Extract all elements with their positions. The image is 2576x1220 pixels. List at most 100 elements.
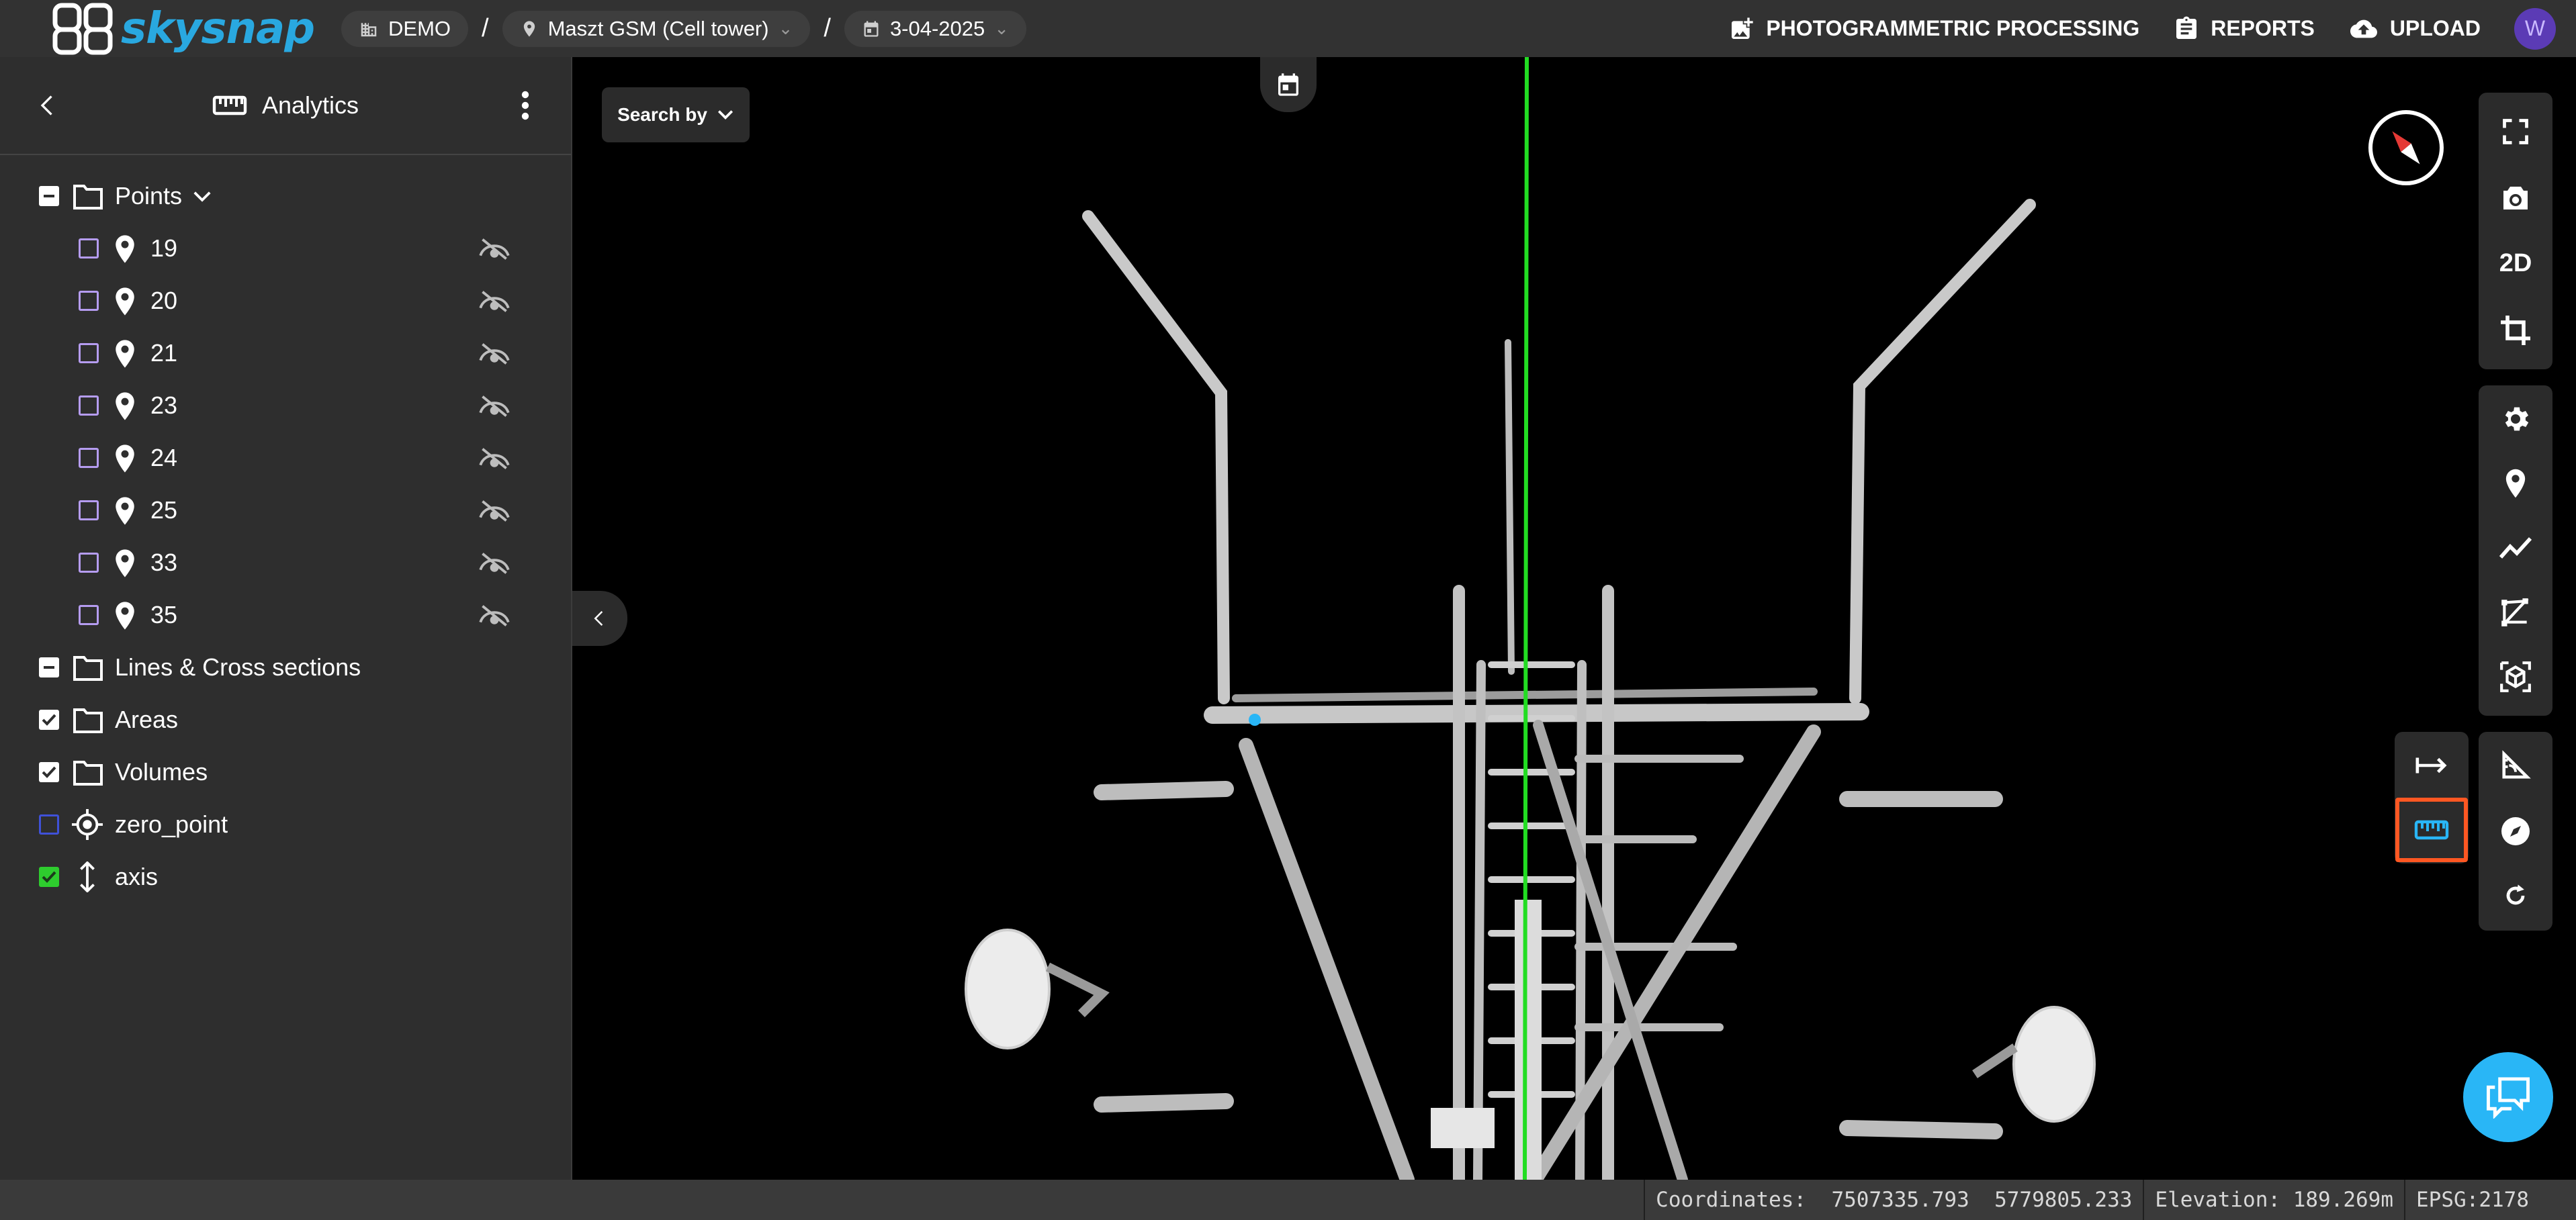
point-label: 21 — [150, 339, 178, 367]
chat-support-button[interactable] — [2463, 1052, 2553, 1142]
draw-area-button[interactable] — [2479, 580, 2552, 645]
volumes-checkbox[interactable] — [39, 762, 59, 782]
logo[interactable]: skysnap — [52, 0, 315, 57]
collapse-panel-button[interactable] — [572, 591, 627, 646]
point-checkbox[interactable] — [79, 500, 99, 520]
point-checkbox[interactable] — [79, 605, 99, 625]
logo-icon — [52, 3, 113, 54]
search-by-label: Search by — [617, 104, 707, 125]
visibility-off-icon[interactable] — [478, 343, 510, 365]
location-pin-icon — [116, 392, 134, 420]
point-checkbox[interactable] — [79, 291, 99, 311]
point-checkbox[interactable] — [79, 448, 99, 468]
chat-icon — [2487, 1077, 2530, 1119]
location-pin-icon — [116, 340, 134, 368]
list-item[interactable]: 21 — [0, 327, 571, 379]
points-checkbox[interactable] — [39, 186, 59, 206]
list-item[interactable]: 24 — [0, 432, 571, 484]
folder-volumes[interactable]: Volumes — [0, 746, 571, 798]
action-label: UPLOAD — [2389, 16, 2481, 40]
check-icon — [42, 871, 56, 883]
visibility-off-icon[interactable] — [478, 291, 510, 312]
screenshot-button[interactable] — [2479, 165, 2552, 230]
compass-icon[interactable] — [2364, 106, 2448, 189]
ruler-icon — [212, 95, 247, 115]
list-item[interactable]: 19 — [0, 222, 571, 275]
chevron-down-icon — [717, 110, 733, 120]
breadcrumb-organization[interactable]: DEMO — [341, 10, 469, 47]
compass-icon — [2501, 817, 2530, 845]
point-checkbox[interactable] — [79, 238, 99, 259]
action-label: PHOTOGRAMMETRIC PROCESSING — [1766, 16, 2140, 40]
folder-icon — [73, 708, 103, 733]
panel-header: Analytics — [0, 57, 571, 155]
point-checkbox[interactable] — [79, 343, 99, 363]
epsg-readout: EPSG:2178 — [2404, 1180, 2576, 1220]
point-checkbox[interactable] — [79, 395, 99, 416]
status-bar: Coordinates: 7507335.793 5779805.233 Ele… — [0, 1180, 2576, 1220]
date-picker-tab[interactable] — [1260, 57, 1317, 112]
point-checkbox[interactable] — [79, 553, 99, 573]
zero-point-checkbox[interactable] — [39, 814, 59, 835]
more-vertical-icon[interactable] — [520, 91, 531, 120]
location-pin-icon — [116, 549, 134, 577]
layer-label: zero_point — [115, 810, 228, 838]
panel-title: Analytics — [261, 91, 359, 119]
visibility-off-icon[interactable] — [478, 448, 510, 469]
list-item[interactable]: 23 — [0, 379, 571, 432]
search-by-dropdown[interactable]: Search by — [602, 87, 750, 142]
visibility-off-icon[interactable] — [478, 238, 510, 260]
layer-axis[interactable]: axis — [0, 851, 571, 903]
calendar-icon — [1278, 73, 1298, 96]
list-item[interactable]: 35 — [0, 589, 571, 641]
visibility-off-icon[interactable] — [478, 500, 510, 522]
check-icon — [42, 714, 56, 726]
navigate-button[interactable] — [2479, 799, 2552, 863]
polyline-icon — [2499, 537, 2532, 559]
cloud-upload-icon — [2350, 19, 2377, 38]
list-item[interactable]: 25 — [0, 484, 571, 536]
photogrammetric-processing-button[interactable]: PHOTOGRAMMETRIC PROCESSING — [1728, 15, 2139, 42]
coordinate-x: 7507335.793 — [1831, 1188, 1969, 1212]
draw-line-button[interactable] — [2479, 516, 2552, 580]
angle-measure-button[interactable] — [2479, 733, 2552, 798]
breadcrumb-project[interactable]: Maszt GSM (Cell tower) ⌄ — [502, 10, 811, 47]
reset-view-button[interactable] — [2479, 863, 2552, 928]
user-avatar[interactable]: W — [2514, 7, 2556, 50]
settings-button[interactable] — [2479, 387, 2552, 451]
calendar-icon — [864, 20, 879, 37]
breadcrumb-date[interactable]: 3-04-2025 ⌄ — [844, 10, 1027, 47]
breadcrumb-label: DEMO — [388, 16, 451, 40]
upload-button[interactable]: UPLOAD — [2348, 15, 2481, 42]
measure-flyout — [2395, 732, 2469, 863]
analytics-panel: Analytics Points 19 20 21 23 24 25 33 35… — [0, 57, 572, 1180]
breadcrumb-separator: / — [824, 14, 831, 42]
chevron-left-icon — [594, 611, 603, 626]
visibility-off-icon[interactable] — [478, 605, 510, 626]
list-item[interactable]: 33 — [0, 536, 571, 589]
location-pin-icon — [116, 497, 134, 525]
volume-button[interactable] — [2479, 645, 2552, 709]
layer-zero-point[interactable]: zero_point — [0, 798, 571, 851]
fullscreen-button[interactable] — [2479, 99, 2552, 164]
folder-points[interactable]: Points — [0, 170, 571, 222]
distance-measure-button[interactable] — [2395, 733, 2469, 798]
visibility-off-icon[interactable] — [478, 395, 510, 417]
ruler-tool-button-active[interactable] — [2395, 798, 2468, 862]
location-pin-icon — [116, 602, 134, 630]
axis-checkbox[interactable] — [39, 867, 59, 887]
2d-view-button[interactable]: 2D — [2479, 231, 2552, 295]
lines-checkbox[interactable] — [39, 657, 59, 677]
areas-checkbox[interactable] — [39, 710, 59, 730]
visibility-off-icon[interactable] — [478, 553, 510, 574]
breadcrumb-label: Maszt GSM (Cell tower) — [547, 16, 769, 40]
3d-viewer-canvas[interactable] — [572, 57, 2576, 1180]
list-item[interactable]: 20 — [0, 275, 571, 327]
add-point-button[interactable] — [2479, 451, 2552, 516]
chevron-left-icon[interactable] — [35, 91, 62, 120]
folder-lines-cross-sections[interactable]: Lines & Cross sections — [0, 641, 571, 694]
reports-button[interactable]: REPORTS — [2173, 15, 2315, 42]
chevron-down-icon[interactable] — [192, 190, 212, 203]
folder-areas[interactable]: Areas — [0, 694, 571, 746]
crop-button[interactable] — [2479, 298, 2552, 363]
